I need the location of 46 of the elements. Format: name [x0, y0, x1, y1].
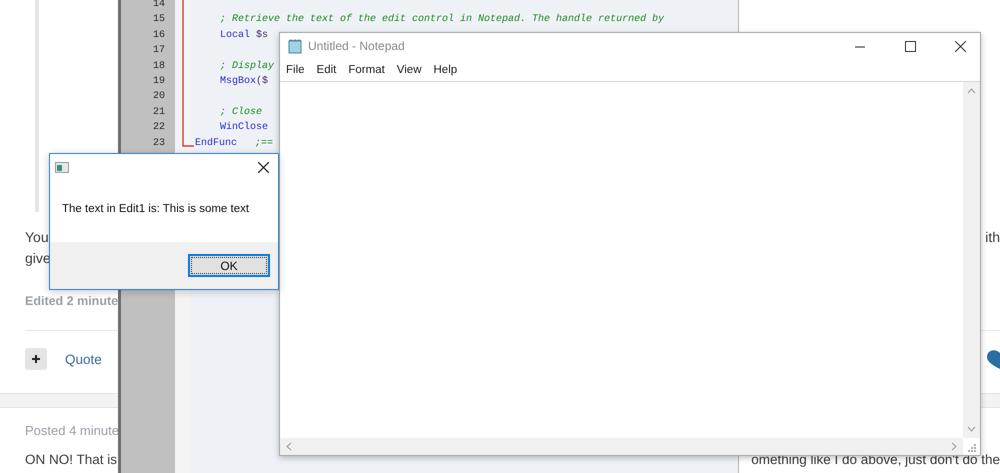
- line-number: 22: [152, 121, 166, 136]
- line-number: 19: [152, 74, 166, 89]
- message-text: The text in Edit1 is: This is some text: [62, 203, 250, 215]
- plus-button[interactable]: [25, 348, 47, 370]
- code-line: EndFunc ;==: [195, 138, 274, 149]
- post-text: give: [25, 249, 51, 268]
- plus-icon: [31, 354, 41, 364]
- window-title: Untitled - Notepad: [308, 39, 405, 53]
- line-number: 16: [152, 28, 166, 43]
- line-number: 17: [152, 44, 166, 58]
- menu-item[interactable]: File: [286, 64, 305, 76]
- ok-button[interactable]: OK: [188, 254, 270, 277]
- horizontal-scrollbar[interactable]: [280, 438, 963, 455]
- heart-icon[interactable]: [985, 349, 1000, 369]
- code-line: ; Close: [220, 106, 262, 118]
- menu-item[interactable]: View: [396, 64, 422, 76]
- code-line: WinClose: [220, 122, 268, 134]
- maximize-icon[interactable]: [905, 40, 916, 52]
- close-icon[interactable]: [258, 162, 269, 172]
- notepad-icon: [288, 38, 302, 54]
- scroll-left-icon[interactable]: [286, 442, 292, 451]
- post-date: Posted 4 minute: [25, 423, 119, 439]
- scroll-down-icon[interactable]: [967, 426, 976, 432]
- menu-item[interactable]: Format: [348, 64, 385, 76]
- code-line: MsgBox($: [220, 76, 268, 87]
- line-number: 15: [152, 13, 166, 28]
- post-text: ON NO! That is: [25, 451, 118, 468]
- code-line: ; Display: [220, 60, 274, 72]
- menu-item[interactable]: Help: [434, 64, 458, 76]
- quote-link[interactable]: Quote: [65, 352, 102, 366]
- line-number: 20: [152, 90, 166, 104]
- scroll-up-icon[interactable]: [967, 88, 976, 94]
- vertical-scrollbar[interactable]: [963, 82, 980, 438]
- post-text: ith: [985, 228, 1000, 247]
- line-number: 21: [152, 106, 166, 120]
- scroll-right-icon[interactable]: [951, 442, 957, 451]
- resize-grip-icon[interactable]: [968, 444, 976, 452]
- post-text: You: [25, 228, 49, 247]
- close-icon[interactable]: [955, 40, 966, 52]
- line-number: 18: [152, 60, 166, 74]
- edited-note: Edited 2 minute: [25, 293, 118, 309]
- menu-item[interactable]: Edit: [316, 64, 336, 76]
- line-number: 23: [152, 136, 166, 151]
- code-line: Local $s: [220, 30, 268, 41]
- app-icon: [55, 162, 69, 172]
- code-line: ; Retrieve the text of the edit control in Notepad. The handle returned by: [220, 14, 664, 26]
